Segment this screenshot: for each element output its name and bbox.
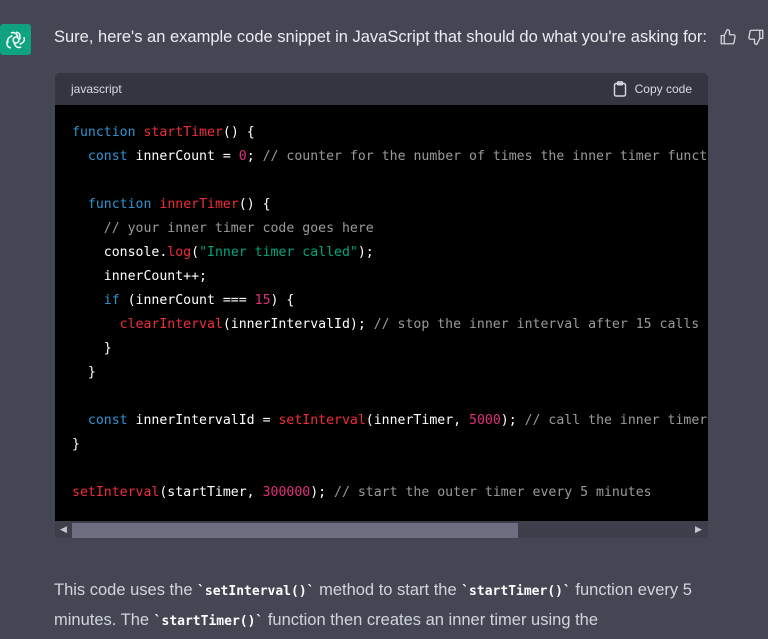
copy-code-button[interactable]: Copy code (613, 81, 692, 97)
horizontal-scrollbar[interactable]: ◀ ▶ (55, 521, 708, 538)
copy-code-label: Copy code (634, 82, 692, 96)
thumbs-down-icon (748, 29, 764, 46)
scroll-left-icon[interactable]: ◀ (60, 525, 68, 534)
thumbs-down-button[interactable] (747, 28, 765, 46)
explanation-text: method to start the (314, 581, 462, 599)
scroll-right-icon[interactable]: ▶ (695, 525, 703, 534)
explanation-text: function then creates an inner timer usi… (263, 611, 599, 629)
thumbs-up-icon (720, 28, 736, 45)
assistant-avatar (0, 24, 31, 55)
thumbs-up-button[interactable] (719, 28, 737, 46)
inline-code: `startTimer()` (461, 584, 571, 599)
scrollbar-thumb[interactable] (72, 523, 518, 538)
code-block-header: javascript Copy code (55, 73, 708, 105)
code-block: javascript Copy code function startTimer… (55, 73, 708, 538)
code-content: function startTimer() { const innerCount… (72, 125, 708, 500)
inline-code: `startTimer()` (153, 614, 264, 629)
inline-code: `setInterval()` (197, 584, 315, 599)
clipboard-icon (613, 81, 626, 97)
code-language-label: javascript (71, 82, 122, 96)
assistant-message-intro: Sure, here's an example code snippet in … (54, 28, 707, 46)
explanation-paragraph: This code uses the `setInterval()` metho… (54, 576, 744, 636)
explanation-text: This code uses the (54, 581, 198, 599)
chatgpt-logo-icon (5, 30, 25, 49)
